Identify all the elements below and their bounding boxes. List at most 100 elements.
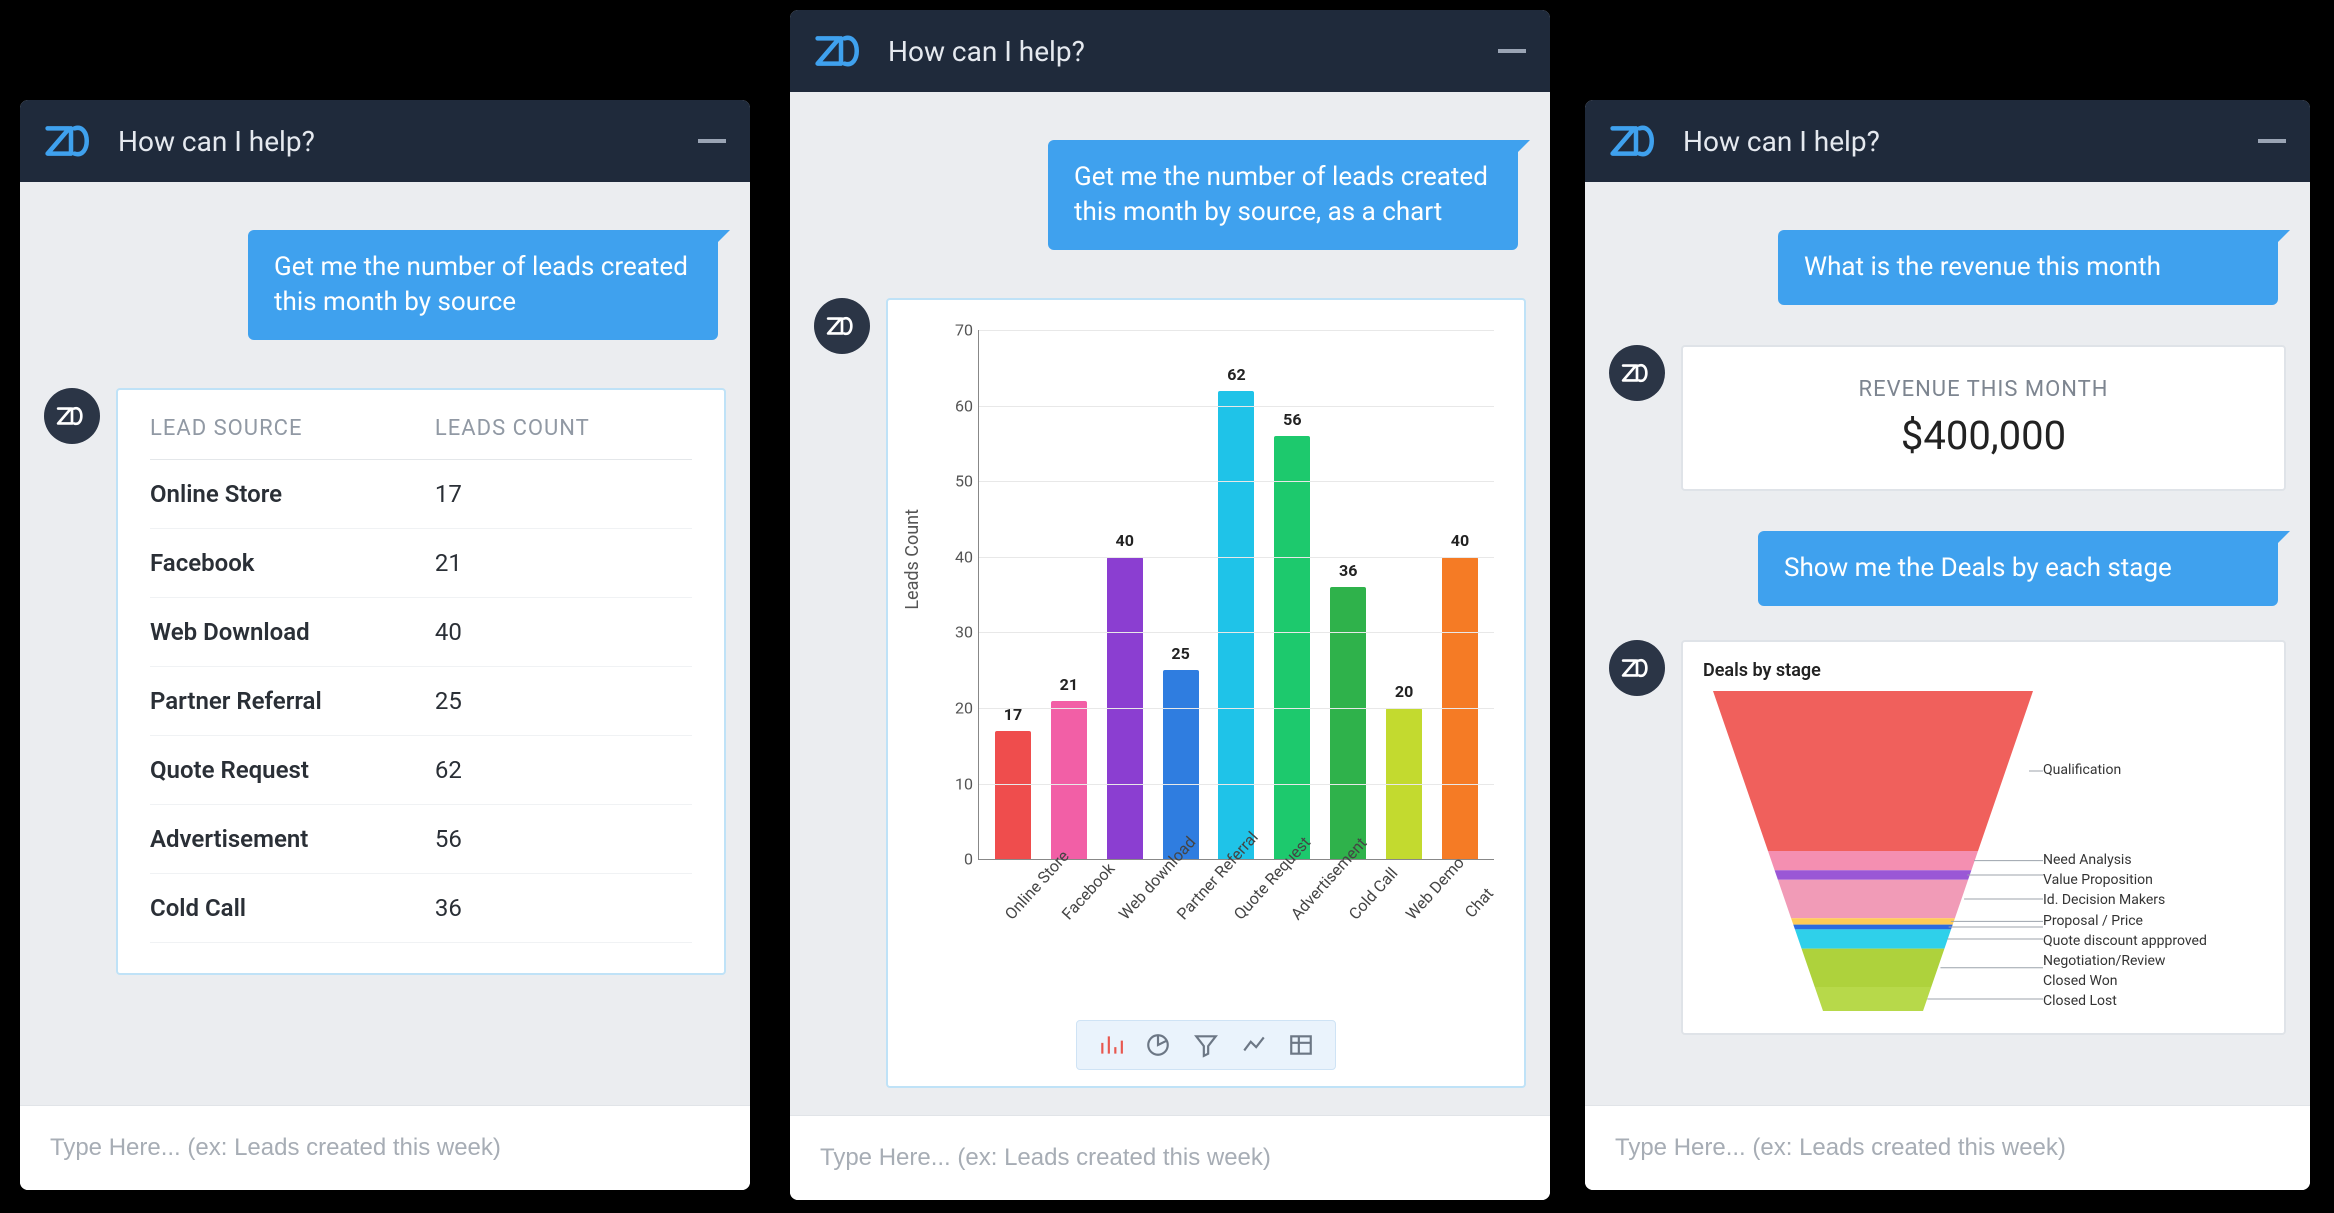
cell-source: Facebook: [150, 529, 435, 598]
funnel-chart: QualificationNeed AnalysisValue Proposit…: [1703, 691, 2264, 1011]
cell-count: 56: [435, 805, 692, 874]
y-tick: 30: [935, 623, 973, 642]
bar-value: 40: [1116, 531, 1134, 550]
chat-body: Get me the number of leads created this …: [790, 92, 1550, 1115]
legend-item: Id. Decision Makers: [2043, 892, 2165, 908]
bar-value: 25: [1171, 644, 1189, 663]
chat-panel-chart: How can I help? Get me the number of lea…: [790, 10, 1550, 1200]
chat-titlebar: How can I help?: [1585, 100, 2310, 182]
y-tick: 70: [935, 321, 973, 340]
chat-input-bar: [790, 1115, 1550, 1200]
y-axis-label: Leads Count: [902, 509, 923, 610]
cell-source: Online Store: [150, 460, 435, 529]
col-leads-count: LEADS COUNT: [435, 416, 692, 460]
funnel-chart-icon[interactable]: [1190, 1029, 1222, 1061]
funnel-legend: QualificationNeed AnalysisValue Proposit…: [2043, 691, 2264, 1011]
funnel-stage: [1815, 987, 1932, 1011]
line-chart-icon[interactable]: [1238, 1029, 1270, 1061]
chat-input[interactable]: [820, 1144, 1520, 1172]
bar: 17: [995, 731, 1031, 859]
chart-plot-area: 172140256256362040 010203040506070: [978, 330, 1494, 860]
user-message: What is the revenue this month: [1778, 230, 2278, 305]
zia-logo-icon: [814, 30, 868, 72]
table-row: Facebook21: [150, 529, 692, 598]
table-row: Online Store17: [150, 460, 692, 529]
cell-count: 21: [435, 529, 692, 598]
chart-card: Leads Count 172140256256362040 010203040…: [886, 298, 1526, 1088]
y-tick: 40: [935, 547, 973, 566]
cell-source: Quote Request: [150, 736, 435, 805]
minimize-button[interactable]: [1498, 49, 1526, 53]
zia-avatar-icon: [826, 314, 858, 338]
bot-response-row: LEAD SOURCE LEADS COUNT Online Store17Fa…: [44, 388, 726, 975]
funnel-stage: [1778, 880, 1968, 918]
chat-title: How can I help?: [888, 35, 1085, 68]
y-tick: 10: [935, 774, 973, 793]
bot-avatar: [1609, 345, 1665, 401]
zia-avatar-icon: [1621, 361, 1653, 385]
funnel-stage: [1802, 949, 1945, 987]
bar-value: 36: [1339, 561, 1357, 580]
chat-input[interactable]: [50, 1134, 720, 1162]
chat-input-bar: [20, 1105, 750, 1190]
table-row: Web Download40: [150, 598, 692, 667]
cell-source: Advertisement: [150, 805, 435, 874]
bar: 62: [1218, 391, 1254, 860]
table-row: Cold Call36: [150, 874, 692, 943]
cell-count: 40: [435, 598, 692, 667]
cell-count: 62: [435, 736, 692, 805]
col-lead-source: LEAD SOURCE: [150, 416, 435, 460]
table-row: Quote Request62: [150, 736, 692, 805]
chat-input-bar: [1585, 1105, 2310, 1190]
bot-avatar: [44, 388, 100, 444]
user-message: Show me the Deals by each stage: [1758, 531, 2278, 606]
chat-title: How can I help?: [118, 125, 315, 158]
chat-input[interactable]: [1615, 1134, 2280, 1162]
legend-item: Value Proposition: [2043, 872, 2153, 888]
bar-value: 21: [1060, 675, 1078, 694]
y-tick: 50: [935, 472, 973, 491]
metric-value: $400,000: [1703, 412, 2264, 459]
bot-avatar: [814, 298, 870, 354]
cell-count: 25: [435, 667, 692, 736]
chat-body: Get me the number of leads created this …: [20, 182, 750, 1105]
chat-titlebar: How can I help?: [790, 10, 1550, 92]
funnel-stage: [1793, 925, 1952, 930]
y-tick: 0: [935, 850, 973, 869]
chat-panel-table: How can I help? Get me the number of lea…: [20, 100, 750, 1190]
y-tick: 20: [935, 699, 973, 718]
funnel-stage: [1791, 918, 1955, 924]
chart-type-toolbar: [1076, 1020, 1336, 1070]
cell-count: 36: [435, 874, 692, 943]
bot-response-row: Deals by stage QualificationNeed Analysi…: [1609, 640, 2286, 1035]
chat-body: What is the revenue this month REVENUE T…: [1585, 182, 2310, 1105]
minimize-button[interactable]: [698, 139, 726, 143]
funnel-svg: [1703, 691, 2043, 1011]
bot-response-row: Leads Count 172140256256362040 010203040…: [814, 298, 1526, 1088]
table-row: Partner Referral25: [150, 667, 692, 736]
y-tick: 60: [935, 396, 973, 415]
minimize-button[interactable]: [2258, 139, 2286, 143]
zia-logo-icon: [1609, 120, 1663, 162]
table-row: Advertisement56: [150, 805, 692, 874]
legend-item: Qualification: [2043, 762, 2121, 778]
funnel-card: Deals by stage QualificationNeed Analysi…: [1681, 640, 2286, 1035]
zia-logo-icon: [44, 120, 98, 162]
bar-value: 40: [1451, 531, 1469, 550]
funnel-stage: [1775, 870, 1972, 880]
zia-avatar-icon: [56, 404, 88, 428]
table-icon[interactable]: [1285, 1029, 1317, 1061]
bar: 21: [1051, 701, 1087, 860]
bar-value: 56: [1283, 410, 1301, 429]
legend-item: Closed Lost: [2043, 993, 2117, 1009]
cell-source: Cold Call: [150, 874, 435, 943]
bar-chart-icon[interactable]: [1095, 1029, 1127, 1061]
pie-chart-icon[interactable]: [1142, 1029, 1174, 1061]
zia-avatar-icon: [1621, 656, 1653, 680]
user-message: Get me the number of leads created this …: [1048, 140, 1518, 250]
table-card: LEAD SOURCE LEADS COUNT Online Store17Fa…: [116, 388, 726, 975]
bar-value: 62: [1227, 365, 1245, 384]
legend-item: Quote discount appproved: [2043, 933, 2207, 949]
bar: 25: [1163, 670, 1199, 859]
bar: 56: [1274, 436, 1310, 859]
